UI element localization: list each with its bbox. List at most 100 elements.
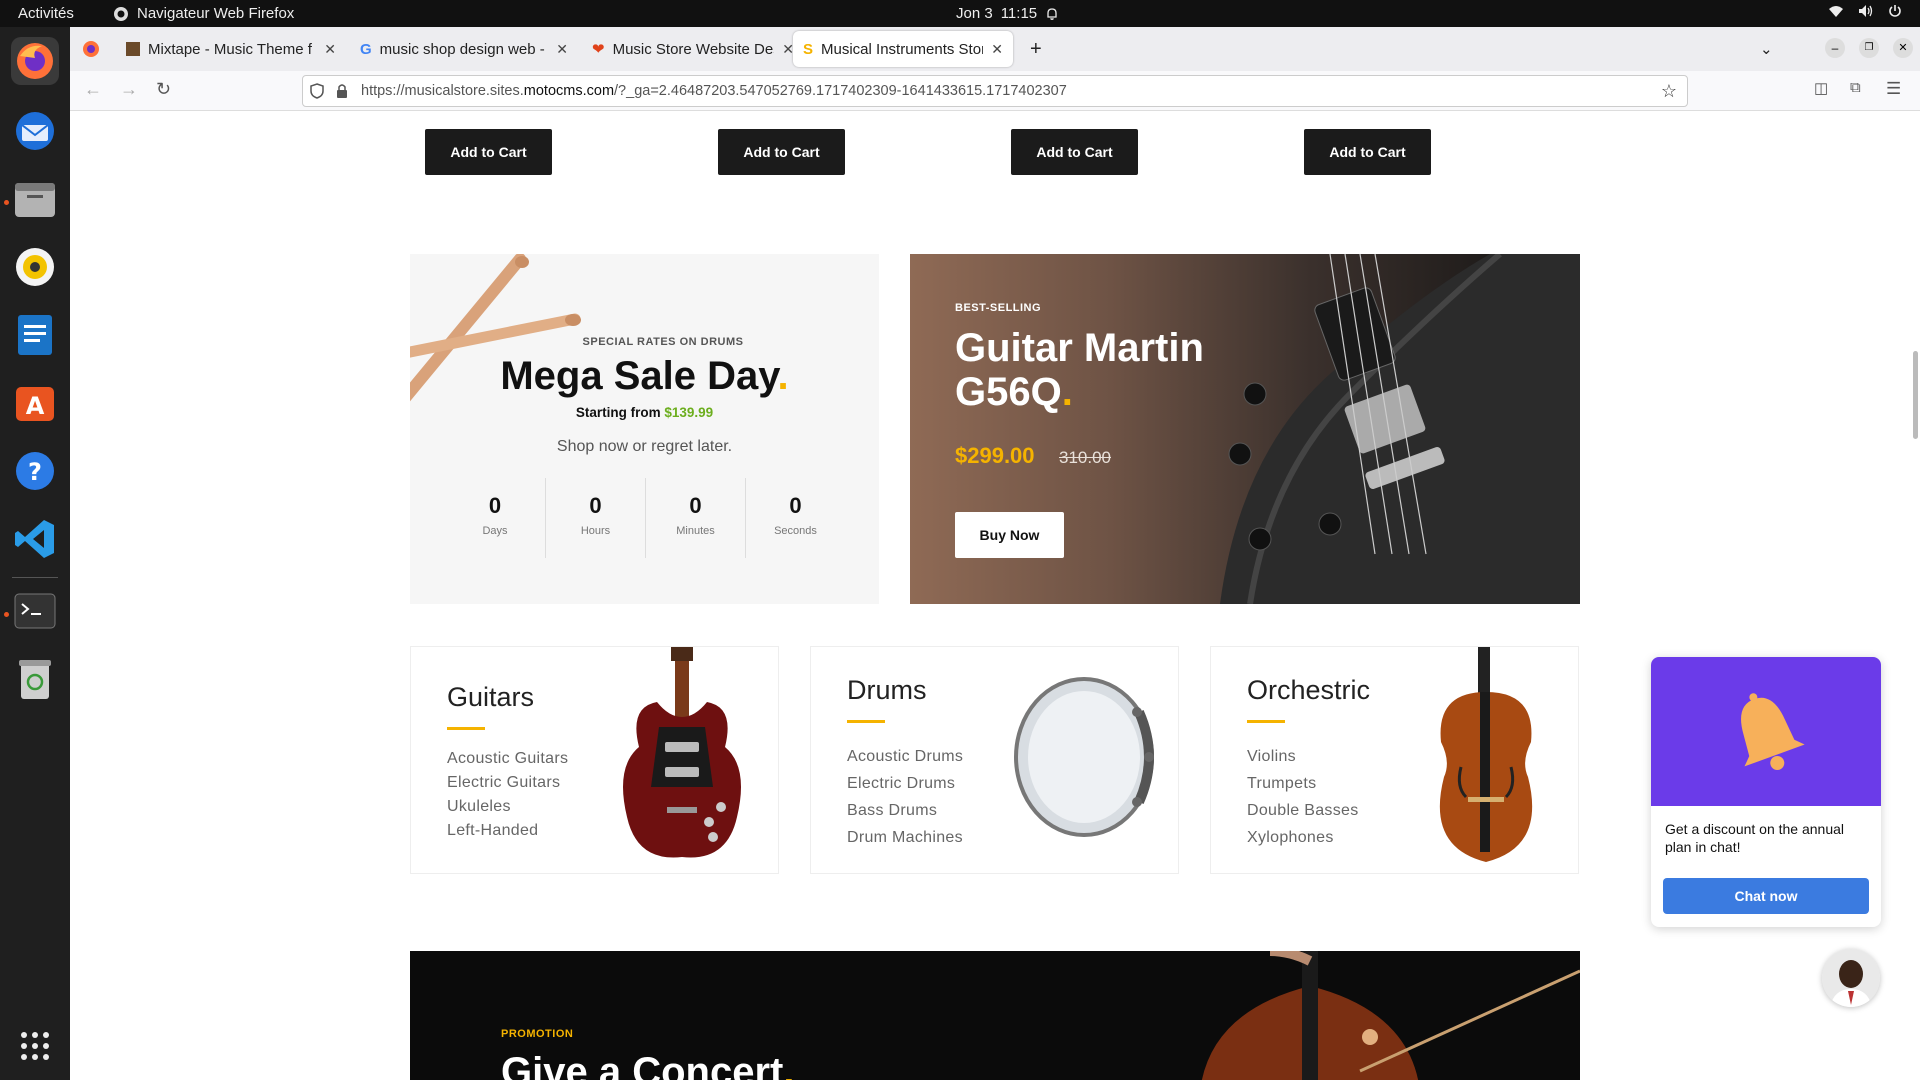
category-link[interactable]: Ukuleles — [447, 795, 568, 819]
clock[interactable]: Jon 3 11:15 — [956, 5, 1059, 22]
dock-terminal[interactable] — [11, 587, 59, 635]
dock-trash[interactable] — [11, 655, 59, 703]
chat-agent-avatar[interactable] — [1822, 949, 1880, 1007]
grid-icon — [21, 1032, 49, 1060]
bell-icon — [1047, 7, 1057, 20]
dock-help[interactable]: ? — [11, 447, 59, 495]
category-title[interactable]: Drums — [847, 675, 927, 706]
chat-now-button[interactable]: Chat now — [1663, 878, 1869, 914]
chat-message: Get a discount on the annual plan in cha… — [1665, 821, 1845, 855]
close-icon[interactable]: ✕ — [324, 41, 336, 58]
add-to-cart-button[interactable]: Add to Cart — [1304, 129, 1431, 175]
navigation-bar: ← → ↻ https://musicalstore.sites.motocms… — [70, 71, 1920, 111]
svg-text:?: ? — [28, 458, 42, 486]
lock-icon — [337, 84, 347, 98]
tab-list-button[interactable]: ⌄ — [1750, 31, 1786, 67]
firefox-icon — [17, 43, 53, 79]
violin-image — [1439, 647, 1533, 862]
dock-firefox[interactable] — [11, 37, 59, 85]
promotion-banner: PROMOTION Give a Concert. — [410, 951, 1580, 1080]
tab-musical-instruments[interactable]: S Musical Instruments Stor ✕ — [793, 31, 1013, 67]
chat-popup: Get a discount on the annual plan in cha… — [1651, 657, 1881, 927]
category-link[interactable]: Xylophones — [1247, 824, 1359, 851]
starting-from: Starting from $139.99 — [410, 405, 879, 420]
countdown-value: 0 — [789, 493, 802, 518]
pocket-icon[interactable]: ◫ — [1814, 79, 1828, 97]
show-apps-button[interactable] — [11, 1022, 59, 1070]
bookmark-star-icon[interactable]: ☆ — [1661, 81, 1677, 102]
menu-icon[interactable]: ☰ — [1886, 79, 1901, 99]
url-text: https://musicalstore.sites.motocms.com/?… — [361, 83, 1067, 99]
dock-thunderbird[interactable] — [11, 107, 59, 155]
category-link[interactable]: Acoustic Guitars — [447, 747, 568, 771]
agent-avatar-icon — [1822, 949, 1880, 1007]
maximize-button[interactable]: ❐ — [1859, 38, 1879, 58]
activities-button[interactable]: Activités — [18, 5, 74, 22]
firefox-view-button[interactable] — [74, 31, 110, 67]
url-bar[interactable]: https://musicalstore.sites.motocms.com/?… — [302, 75, 1688, 107]
category-link[interactable]: Drum Machines — [847, 824, 963, 851]
category-link[interactable]: Bass Drums — [847, 797, 963, 824]
category-link[interactable]: Left-Handed — [447, 819, 568, 843]
rhythmbox-icon — [16, 248, 54, 286]
forward-button[interactable]: → — [120, 79, 138, 100]
favicon-icon — [126, 42, 140, 56]
category-link[interactable]: Trumpets — [1247, 770, 1359, 797]
new-tab-button[interactable]: + — [1020, 31, 1056, 67]
dock-vscode[interactable] — [11, 515, 59, 563]
close-icon[interactable]: ✕ — [556, 41, 568, 58]
category-title[interactable]: Orchestric — [1247, 675, 1370, 706]
category-title[interactable]: Guitars — [447, 682, 534, 713]
sale-title-text: Mega Sale Day — [500, 354, 778, 398]
category-list: Acoustic Guitars Electric Guitars Ukulel… — [447, 747, 568, 843]
title-dot: . — [777, 354, 789, 398]
tab-music-store[interactable]: ❤ Music Store Website Des ✕ — [582, 31, 804, 67]
tab-google-search[interactable]: G music shop design web - ✕ — [350, 31, 578, 67]
countdown-label: Days — [482, 525, 508, 537]
category-link[interactable]: Double Basses — [1247, 797, 1359, 824]
electric-guitar-image — [623, 647, 741, 858]
app-menu[interactable]: Navigateur Web Firefox — [113, 5, 294, 22]
category-card-guitars[interactable]: Guitars Acoustic Guitars Electric Guitar… — [410, 646, 779, 874]
dock-rhythmbox[interactable] — [11, 243, 59, 291]
featured-product-banner[interactable]: BEST-SELLING Guitar Martin G56Q. $299.00 … — [910, 254, 1580, 604]
category-card-drums[interactable]: Drums Acoustic Drums Electric Drums Bass… — [810, 646, 1179, 874]
category-link[interactable]: Electric Drums — [847, 770, 963, 797]
trash-icon — [19, 660, 51, 699]
featured-title-line2: G56Q — [955, 370, 1062, 414]
sale-title: Mega Sale Day. — [410, 354, 879, 399]
dock-app-center[interactable]: A — [11, 379, 59, 427]
countdown-days: 0 Days — [445, 478, 545, 558]
document-icon — [18, 315, 52, 355]
category-link[interactable]: Violins — [1247, 743, 1359, 770]
category-link[interactable]: Electric Guitars — [447, 771, 568, 795]
close-icon[interactable]: ✕ — [991, 41, 1003, 58]
sale-tagline: Shop now or regret later. — [556, 438, 733, 455]
tab-bar: Mixtape - Music Theme f ✕ G music shop d… — [70, 27, 1920, 71]
category-link[interactable]: Acoustic Drums — [847, 743, 963, 770]
help-icon: ? — [16, 452, 54, 490]
tab-label: music shop design web - — [379, 40, 545, 58]
reload-button[interactable]: ↻ — [156, 79, 171, 100]
snare-drum-image — [1014, 677, 1154, 837]
extensions-icon[interactable]: ⧉ — [1850, 79, 1861, 96]
system-tray[interactable] — [1828, 4, 1902, 18]
category-card-orchestric[interactable]: Orchestric Violins Trumpets Double Basse… — [1210, 646, 1579, 874]
dock-files[interactable] — [11, 175, 59, 223]
countdown-value: 0 — [689, 493, 702, 518]
terminal-icon — [14, 593, 56, 629]
promo-title: Give a Concert. — [501, 1050, 794, 1080]
dock-writer[interactable] — [11, 311, 59, 359]
add-to-cart-button[interactable]: Add to Cart — [1011, 129, 1138, 175]
add-to-cart-button[interactable]: Add to Cart — [425, 129, 552, 175]
window-close-button[interactable]: ✕ — [1893, 38, 1913, 58]
cello-image — [1201, 951, 1580, 1080]
buy-now-button[interactable]: Buy Now — [955, 512, 1064, 558]
add-to-cart-button[interactable]: Add to Cart — [718, 129, 845, 175]
scrollbar-thumb[interactable] — [1913, 351, 1918, 439]
tab-mixtape[interactable]: Mixtape - Music Theme f ✕ — [116, 31, 346, 67]
plus-icon: + — [1030, 37, 1042, 60]
minimize-button[interactable]: – — [1825, 38, 1845, 58]
back-button[interactable]: ← — [84, 79, 102, 100]
tab-label: Music Store Website Des — [612, 40, 775, 58]
